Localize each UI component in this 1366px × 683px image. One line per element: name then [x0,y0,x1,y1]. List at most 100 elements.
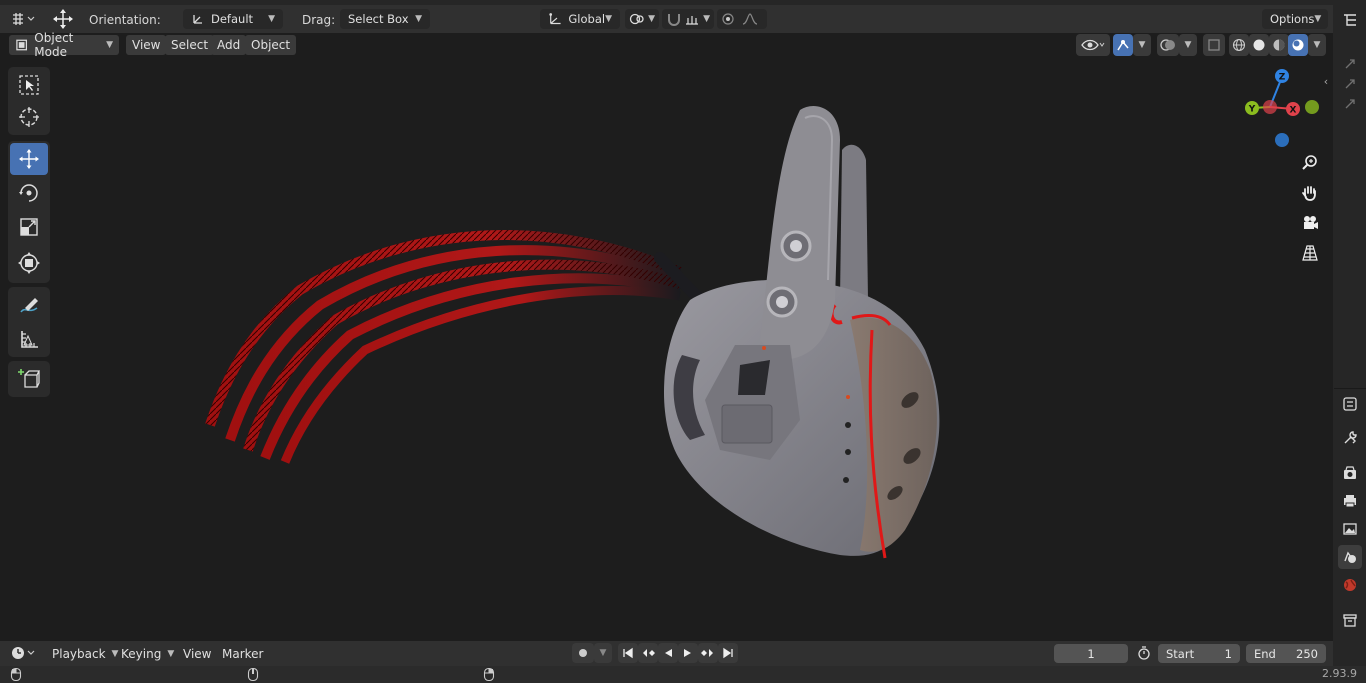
mode-value: Object Mode [34,31,74,59]
tool-select-box[interactable] [10,69,48,101]
menu-select[interactable]: Select [165,35,215,55]
editor-type-button[interactable] [8,8,40,30]
proportional-editing-group[interactable] [717,9,767,29]
sidebar-toggle[interactable]: ‹ [1320,70,1332,92]
chevron-down-icon: ▼ [167,648,175,659]
current-frame-field[interactable]: 1 [1054,644,1128,663]
scale-icon [20,218,38,236]
tab-scene[interactable] [1338,545,1362,569]
neg-x-handle[interactable] [1263,100,1277,114]
end-frame-field[interactable]: End 250 [1246,644,1326,663]
options-dropdown[interactable]: Options ▼ [1262,9,1328,29]
tool-cursor[interactable] [10,101,48,133]
falloff-curve-icon [742,13,758,25]
tab-world[interactable] [1338,573,1362,597]
neg-z-handle[interactable] [1275,133,1289,147]
shading-material[interactable] [1269,34,1289,56]
editor-type-icon [13,13,35,25]
rendered-sphere-icon [1292,39,1304,51]
record-icon [579,649,587,657]
drag-dropdown[interactable]: Select Box ▼ [340,9,430,29]
tool-rotate[interactable] [10,177,48,209]
tool-annotate[interactable] [10,289,48,321]
timeline-editor-type[interactable] [8,643,40,663]
menu-playback[interactable]: Playback ▼ [48,644,122,663]
perspective-toggle[interactable] [1298,242,1322,264]
record-button[interactable] [572,643,594,663]
clock-icon [12,647,35,659]
play-reverse-icon [665,649,672,657]
tab-collection[interactable] [1338,608,1362,632]
play-reverse-button[interactable] [658,643,678,663]
move-icon [19,149,39,169]
tool-transform[interactable] [10,247,48,279]
pan-button[interactable] [1298,182,1322,204]
box-icon [1343,614,1357,627]
keying-set-dropdown[interactable]: ▼ [594,643,612,663]
menu-add[interactable]: Add [211,35,247,55]
snapping-group[interactable]: ▼ [662,9,714,29]
tool-move[interactable] [10,143,48,175]
play-button[interactable] [678,643,698,663]
overlays-toggle[interactable] [1157,34,1179,56]
move-tool-indicator [48,8,78,30]
properties-icon [1343,397,1357,411]
tab-tool[interactable] [1338,426,1362,450]
zoom-button[interactable] [1298,152,1322,174]
menu-marker[interactable]: Marker [218,644,267,663]
outliner-restrict-3[interactable] [1338,92,1362,116]
tab-output[interactable] [1338,489,1362,513]
overlays-icon [1160,39,1175,51]
shading-rendered[interactable] [1288,34,1308,56]
overlays-dropdown[interactable]: ▼ [1179,34,1197,56]
menu-keying[interactable]: Keying ▼ [117,644,178,663]
properties-editor-type[interactable] [1338,392,1362,416]
chevron-down-icon: ▼ [703,14,710,24]
start-frame-field[interactable]: Start 1 [1158,644,1240,663]
gizmo-dropdown[interactable]: ▼ [1133,34,1151,56]
navigation-gizmo[interactable]: Z Y X [1240,65,1330,155]
object-mode-icon [16,39,28,51]
neg-y-handle[interactable] [1305,100,1319,114]
move-arrows-icon [53,9,73,29]
tool-measure[interactable] [10,323,48,355]
xray-toggle[interactable] [1203,34,1225,56]
pivot-icon [629,13,644,25]
mouse-right-icon [483,667,495,682]
outliner-icon [1344,14,1356,26]
menu-object[interactable]: Object [245,35,297,55]
shading-dropdown[interactable]: ▼ [1308,34,1326,56]
pivot-point-dropdown[interactable]: ▼ [625,9,659,29]
options-label: Options [1270,12,1315,26]
prev-keyframe-button[interactable] [638,643,658,663]
outliner-toggle[interactable] [1338,8,1362,32]
tab-view-layer[interactable] [1338,517,1362,541]
shading-solid[interactable] [1249,34,1269,56]
magnifier-icon [1302,155,1317,170]
preview-range-toggle[interactable] [1133,643,1155,663]
jump-start-button[interactable] [618,643,638,663]
ruler-icon [21,331,38,348]
tab-render[interactable] [1338,461,1362,485]
transform-icon [18,252,40,274]
3d-viewport[interactable] [0,33,1333,638]
start-value: 1 [1224,646,1232,661]
stopwatch-icon [1138,646,1150,660]
menu-view[interactable]: View [126,35,167,55]
visibility-dropdown[interactable] [1076,34,1110,56]
shading-wireframe[interactable] [1229,34,1249,56]
xray-icon [1208,39,1220,51]
add-cube-icon [18,369,41,388]
next-keyframe-button[interactable] [698,643,718,663]
camera-view-button[interactable] [1298,212,1322,234]
tool-scale[interactable] [10,211,48,243]
tool-add-cube[interactable] [10,363,48,395]
menu-timeline-view[interactable]: View [179,644,215,663]
transform-orientation-dropdown[interactable]: Global ▼ [540,9,620,29]
mouse-middle-icon [247,667,259,682]
gizmo-toggle[interactable] [1113,34,1133,56]
wrench-screwdriver-icon [1344,431,1357,444]
jump-end-button[interactable] [718,643,738,663]
mode-dropdown[interactable]: Object Mode ▼ [9,31,119,59]
orientation-dropdown[interactable]: Default ▼ [183,9,283,29]
